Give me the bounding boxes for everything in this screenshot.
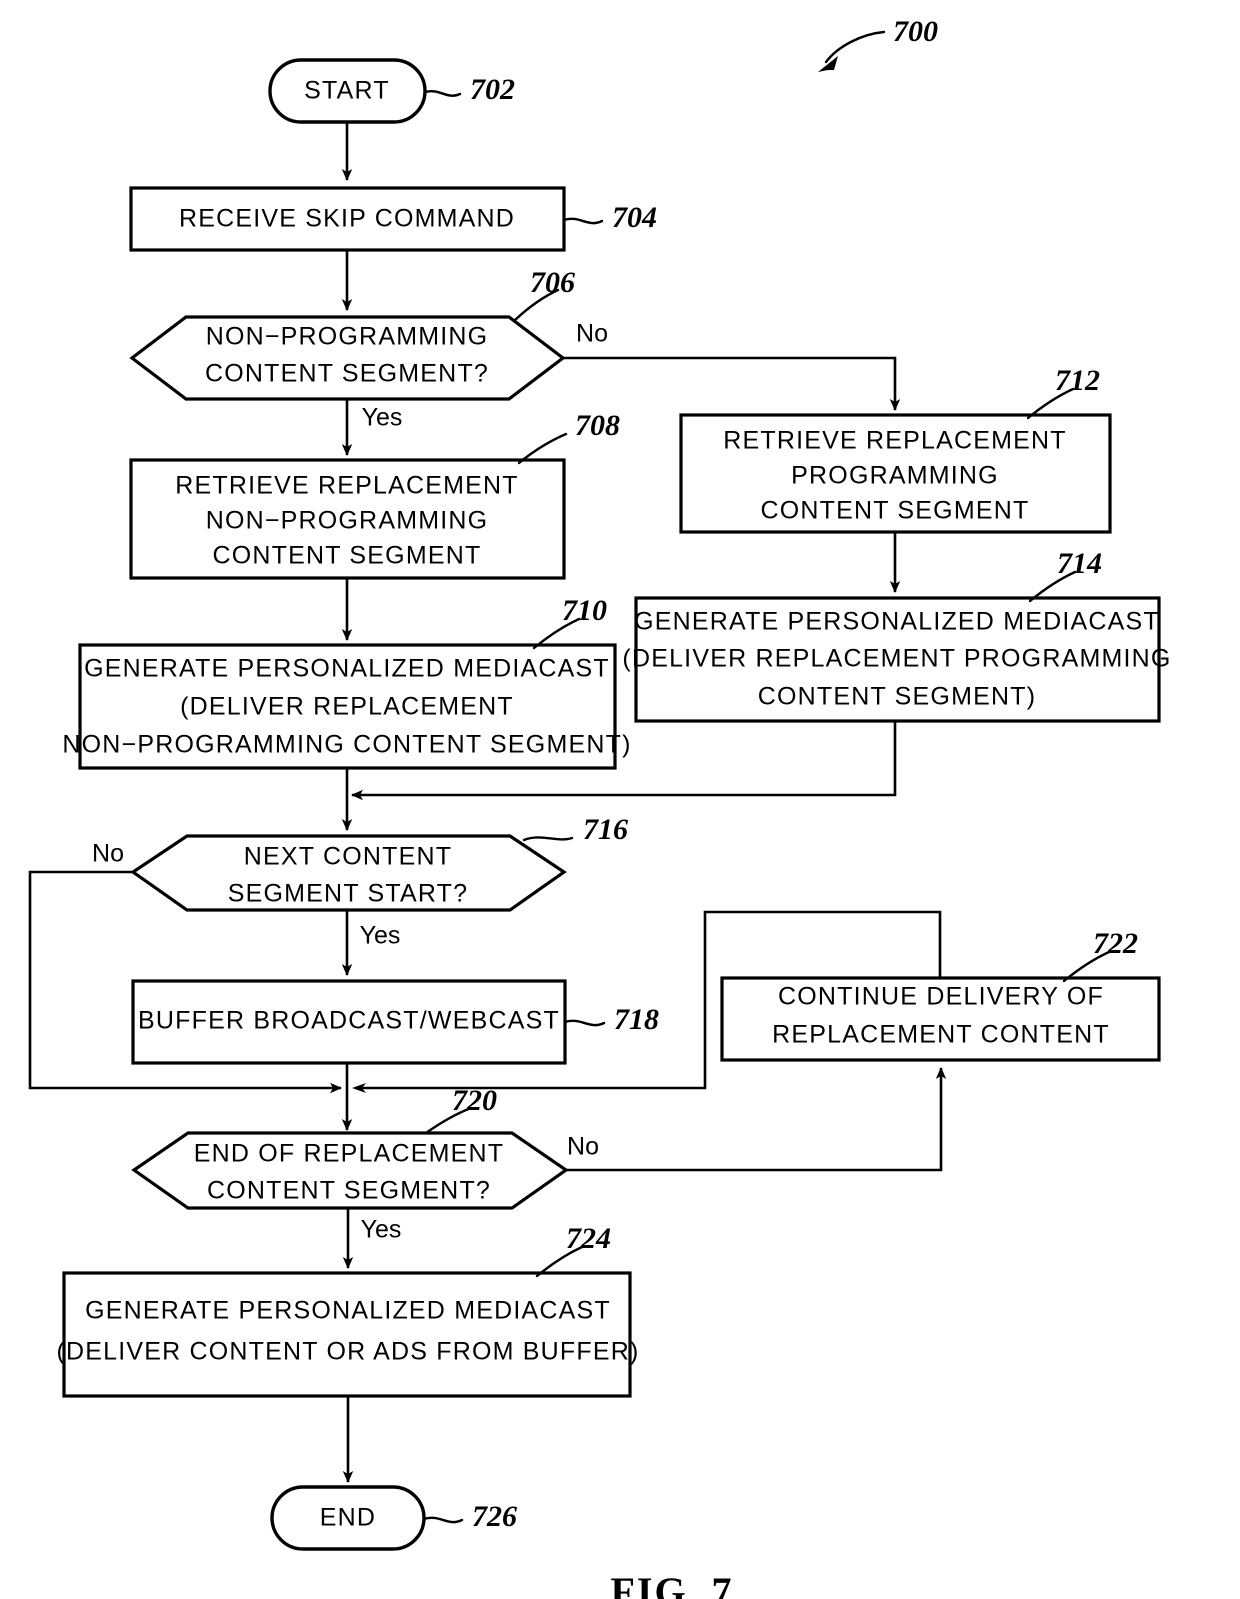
node-720-label-line1: END OF REPLACEMENT (194, 1140, 505, 1168)
node-708-label-line1: RETRIEVE REPLACEMENT (175, 472, 519, 500)
node-724-label-line2: (DELIVER CONTENT OR ADS FROM BUFFER) (56, 1338, 639, 1366)
node-706-label-line1: NON−PROGRAMMING (206, 323, 489, 351)
ref-label-702: 702 (470, 73, 515, 106)
node-702-start: START 702 (268, 58, 515, 124)
node-720-label-line2: CONTENT SEGMENT? (207, 1177, 491, 1205)
ref-label-710: 710 (562, 594, 607, 627)
branch-label-706-yes: Yes (362, 404, 403, 432)
node-704-receive-skip-command: RECEIVE SKIP COMMAND 704 (129, 186, 657, 252)
ref-label-706: 706 (530, 266, 575, 299)
node-710-label-line1: GENERATE PERSONALIZED MEDIACAST (84, 655, 610, 683)
node-714-label-line1: GENERATE PERSONALIZED MEDIACAST (634, 608, 1160, 636)
node-710-label-line3: NON−PROGRAMMING CONTENT SEGMENT) (62, 731, 631, 759)
edge-706-no-to-712: No (563, 320, 901, 411)
node-722-label-line1: CONTINUE DELIVERY OF (778, 983, 1104, 1011)
node-712-label-line2: PROGRAMMING (791, 462, 999, 490)
figure-caption: FIG. 7 (610, 1569, 733, 1599)
ref-label-704: 704 (612, 201, 657, 234)
edge-720-yes-to-724: Yes (342, 1208, 402, 1269)
ref-label-722: 722 (1093, 927, 1138, 960)
ref-label-700: 700 (893, 15, 938, 48)
node-708-label-line3: CONTENT SEGMENT (213, 542, 482, 570)
ref-label-720: 720 (452, 1084, 497, 1117)
node-708-retrieve-replacement-nonprogramming: RETRIEVE REPLACEMENT NON−PROGRAMMING CON… (129, 409, 620, 580)
diagram-ref-700: 700 (818, 15, 938, 72)
node-720-end-of-replacement-decision: END OF REPLACEMENT CONTENT SEGMENT? 720 (131, 1084, 569, 1210)
ref-label-708: 708 (575, 409, 620, 442)
node-712-label-line1: RETRIEVE REPLACEMENT (723, 427, 1067, 455)
node-724-label-line1: GENERATE PERSONALIZED MEDIACAST (85, 1297, 611, 1325)
node-712-label-line3: CONTENT SEGMENT (761, 497, 1030, 525)
branch-label-720-yes: Yes (361, 1216, 402, 1244)
node-714-label-line2: (DELIVER REPLACEMENT PROGRAMMING (622, 645, 1171, 673)
branch-label-716-yes: Yes (360, 922, 401, 950)
patent-figure-700: 700 START 702 RECEIVE SKIP COMMAND 704 N… (0, 0, 1240, 1599)
node-708-label-line2: NON−PROGRAMMING (206, 507, 489, 535)
node-718-buffer-broadcast-webcast: BUFFER BROADCAST/WEBCAST 718 (131, 979, 659, 1065)
node-716-next-content-segment-decision: NEXT CONTENT SEGMENT START? 716 (130, 813, 628, 912)
branch-label-706-no: No (576, 320, 608, 348)
ref-label-718: 718 (614, 1003, 659, 1036)
node-704-label: RECEIVE SKIP COMMAND (179, 205, 515, 233)
node-702-label: START (304, 77, 390, 105)
ref-label-712: 712 (1055, 364, 1100, 397)
edge-716-yes-to-718: Yes (341, 910, 401, 976)
node-714-generate-mediacast-programming: GENERATE PERSONALIZED MEDIACAST (DELIVER… (622, 547, 1171, 723)
node-726-end: END 726 (270, 1485, 517, 1551)
node-706-label-line2: CONTENT SEGMENT? (205, 360, 489, 388)
flowchart-canvas: 700 START 702 RECEIVE SKIP COMMAND 704 N… (28, 15, 1171, 1599)
node-716-label-line2: SEGMENT START? (228, 880, 468, 908)
ref-label-714: 714 (1057, 547, 1102, 580)
node-718-label: BUFFER BROADCAST/WEBCAST (138, 1007, 560, 1035)
node-716-label-line1: NEXT CONTENT (244, 843, 452, 871)
edge-706-yes-to-708: Yes (341, 399, 403, 456)
branch-label-716-no: No (92, 840, 124, 868)
ref-label-726: 726 (472, 1500, 517, 1533)
ref-label-716: 716 (583, 813, 628, 846)
branch-label-720-no: No (567, 1133, 599, 1161)
node-722-label-line2: REPLACEMENT CONTENT (772, 1021, 1110, 1049)
ref-label-724: 724 (566, 1222, 611, 1255)
node-726-label: END (320, 1504, 376, 1532)
edge-720-no-to-722: No (566, 1067, 947, 1172)
node-714-label-line3: CONTENT SEGMENT) (758, 683, 1036, 711)
node-724-shape (62, 1271, 632, 1398)
node-706-non-programming-decision: NON−PROGRAMMING CONTENT SEGMENT? 706 (129, 266, 575, 401)
node-710-label-line2: (DELIVER REPLACEMENT (180, 693, 514, 721)
